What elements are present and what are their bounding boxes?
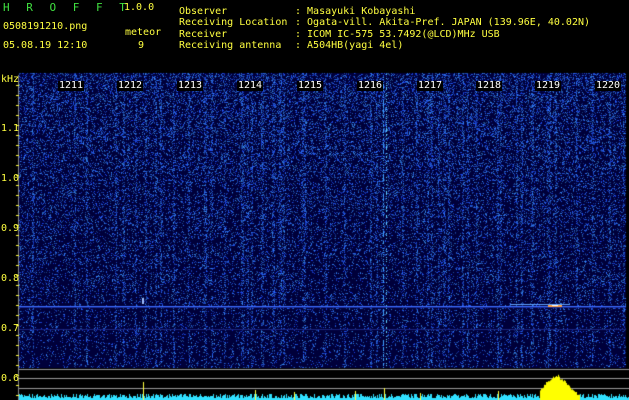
spectrogram-canvas[interactable] — [0, 0, 629, 400]
meteor-label: meteor — [125, 27, 162, 38]
minute-label: 1217 — [417, 80, 444, 91]
receiver-label: Receiver — [179, 29, 228, 40]
observer-value: : Masayuki Kobayashi — [295, 6, 416, 17]
freq-tick-label: 1.0 — [1, 173, 20, 184]
minute-label: 1220 — [595, 80, 622, 91]
freq-tick-label: 0.7 — [1, 323, 20, 334]
freq-tick-label: 0.8 — [1, 273, 20, 284]
app-version: 1.0.0 — [124, 2, 155, 13]
minute-label: 1211 — [58, 80, 85, 91]
meteor-count: 9 — [138, 40, 145, 51]
freq-tick-label: 0.9 — [1, 223, 20, 234]
observer-label: Observer — [179, 6, 228, 17]
minute-label: 1218 — [476, 80, 503, 91]
antenna-label: Receiving antenna — [179, 40, 282, 51]
minute-label: 1216 — [357, 80, 384, 91]
file-name: 0508191210.png — [3, 21, 88, 32]
minute-label: 1219 — [535, 80, 562, 91]
minute-label: 1212 — [117, 80, 144, 91]
freq-tick-label: 1.1 — [1, 123, 20, 134]
file-datetime: 05.08.19 12:10 — [3, 40, 88, 51]
minute-label: 1215 — [297, 80, 324, 91]
app-title: H R O F F T — [3, 1, 131, 14]
minute-label: 1213 — [177, 80, 204, 91]
location-value: : Ogata-vill. Akita-Pref. JAPAN (139.96E… — [295, 17, 591, 28]
freq-tick-label: 0.6 — [1, 373, 20, 384]
location-label: Receiving Location — [179, 17, 288, 28]
receiver-value: : ICOM IC-575 53.7492(@LCD)MHz USB — [295, 29, 500, 40]
minute-label: 1214 — [237, 80, 264, 91]
antenna-value: : A504HB(yagi 4el) — [295, 40, 404, 51]
freq-unit-label: kHz — [1, 74, 20, 85]
